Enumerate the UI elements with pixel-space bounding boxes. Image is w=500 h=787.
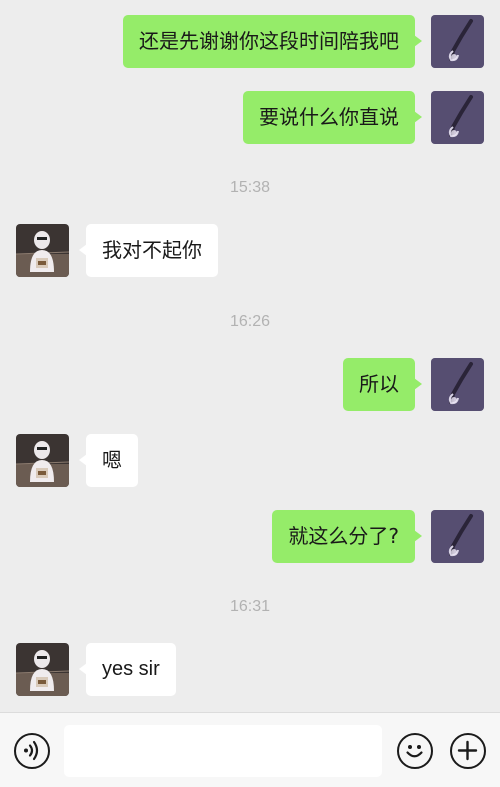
my-avatar[interactable] [431,510,484,563]
chat-area[interactable]: 还是先谢谢你这段时间陪我吧 要说什么你直说 15:38 我对不起你 16:26 … [0,0,500,712]
message-input[interactable] [64,725,382,777]
contact-avatar[interactable] [16,434,69,487]
message-timestamp: 16:26 [229,313,271,330]
voice-button[interactable] [14,733,50,769]
input-bar [0,712,500,787]
message-timestamp: 16:31 [229,598,271,615]
contact-avatar[interactable] [16,224,69,277]
message-bubble-outgoing[interactable]: 还是先谢谢你这段时间陪我吧 [123,15,422,68]
emoji-icon [406,745,423,758]
voice-icon [24,740,39,761]
contact-avatar[interactable] [16,643,69,696]
add-button[interactable] [450,733,486,769]
message-bubble-outgoing[interactable]: 就这么分了? [272,510,422,563]
message-bubble-outgoing[interactable]: 所以 [343,358,422,411]
plus-icon [457,740,478,761]
message-bubble-incoming[interactable]: yes sir [79,643,176,696]
message-bubble-outgoing[interactable]: 要说什么你直说 [243,91,422,144]
my-avatar[interactable] [431,358,484,411]
message-bubble-incoming[interactable]: 嗯 [79,434,138,487]
message-bubble-incoming[interactable]: 我对不起你 [79,224,218,277]
message-timestamp: 15:38 [229,179,271,196]
emoji-button[interactable] [397,733,433,769]
my-avatar[interactable] [431,15,484,68]
my-avatar[interactable] [431,91,484,144]
